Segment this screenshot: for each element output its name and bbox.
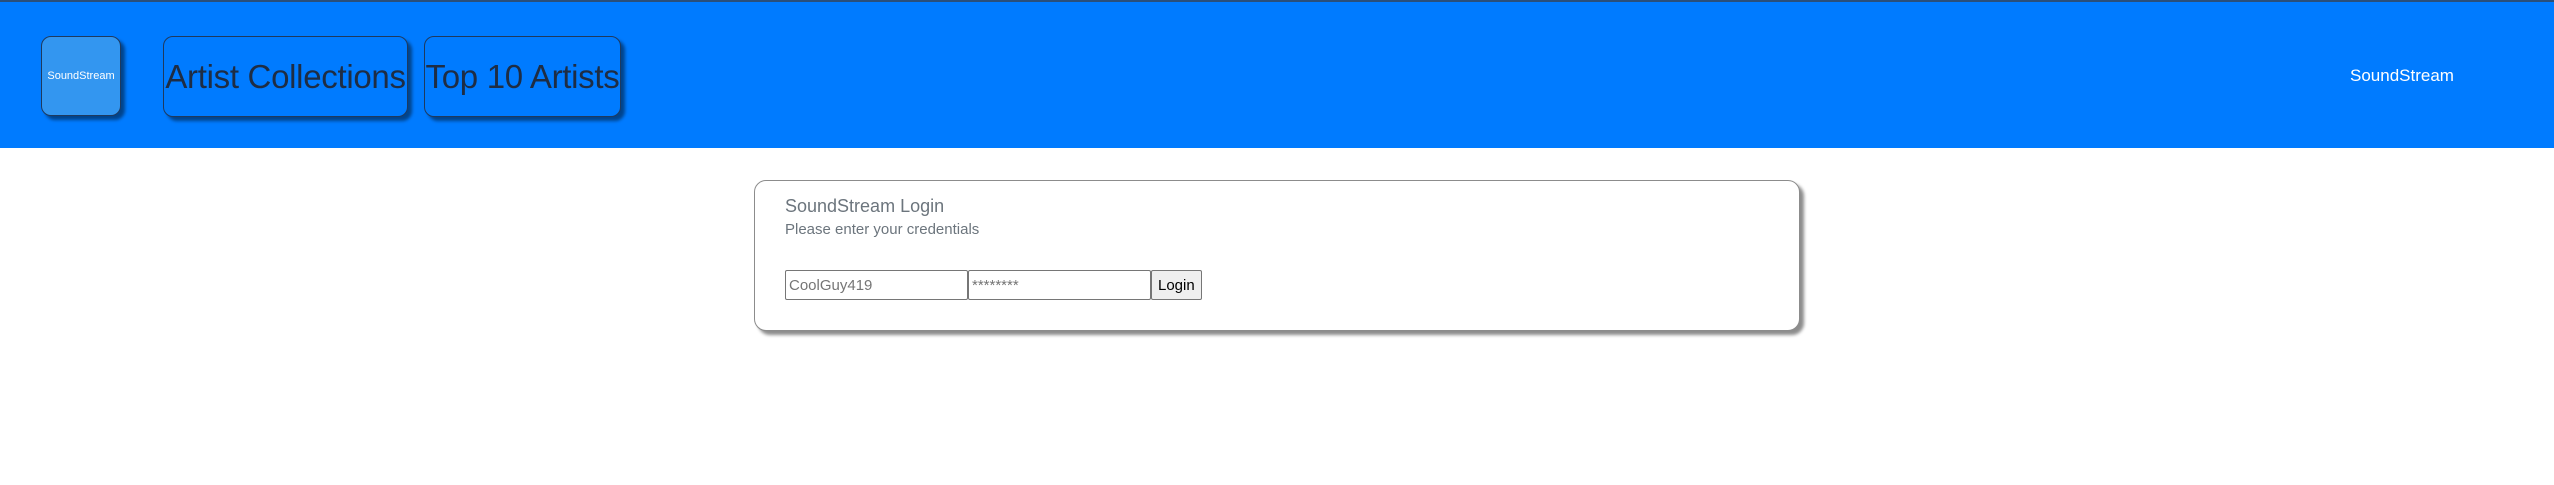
logo-label: SoundStream xyxy=(47,70,115,82)
login-subtitle: Please enter your credentials xyxy=(785,221,980,238)
login-form: Login xyxy=(785,270,1202,300)
password-input[interactable] xyxy=(968,270,1151,300)
login-button[interactable]: Login xyxy=(1151,270,1202,300)
login-card: SoundStream Login Please enter your cred… xyxy=(754,180,1800,331)
soundstream-logo-button[interactable]: SoundStream xyxy=(41,36,121,116)
nav-artist-collections-label: Artist Collections xyxy=(165,57,406,95)
username-input[interactable] xyxy=(785,270,968,300)
nav-top-10-artists-button[interactable]: Top 10 Artists xyxy=(424,36,621,117)
login-title: SoundStream Login xyxy=(785,196,945,216)
navbar-brand-text: SoundStream xyxy=(2350,66,2454,85)
top-navbar: SoundStream Artist Collections Top 10 Ar… xyxy=(0,0,2554,148)
nav-artist-collections-button[interactable]: Artist Collections xyxy=(163,36,408,117)
nav-top-10-artists-label: Top 10 Artists xyxy=(425,57,620,95)
